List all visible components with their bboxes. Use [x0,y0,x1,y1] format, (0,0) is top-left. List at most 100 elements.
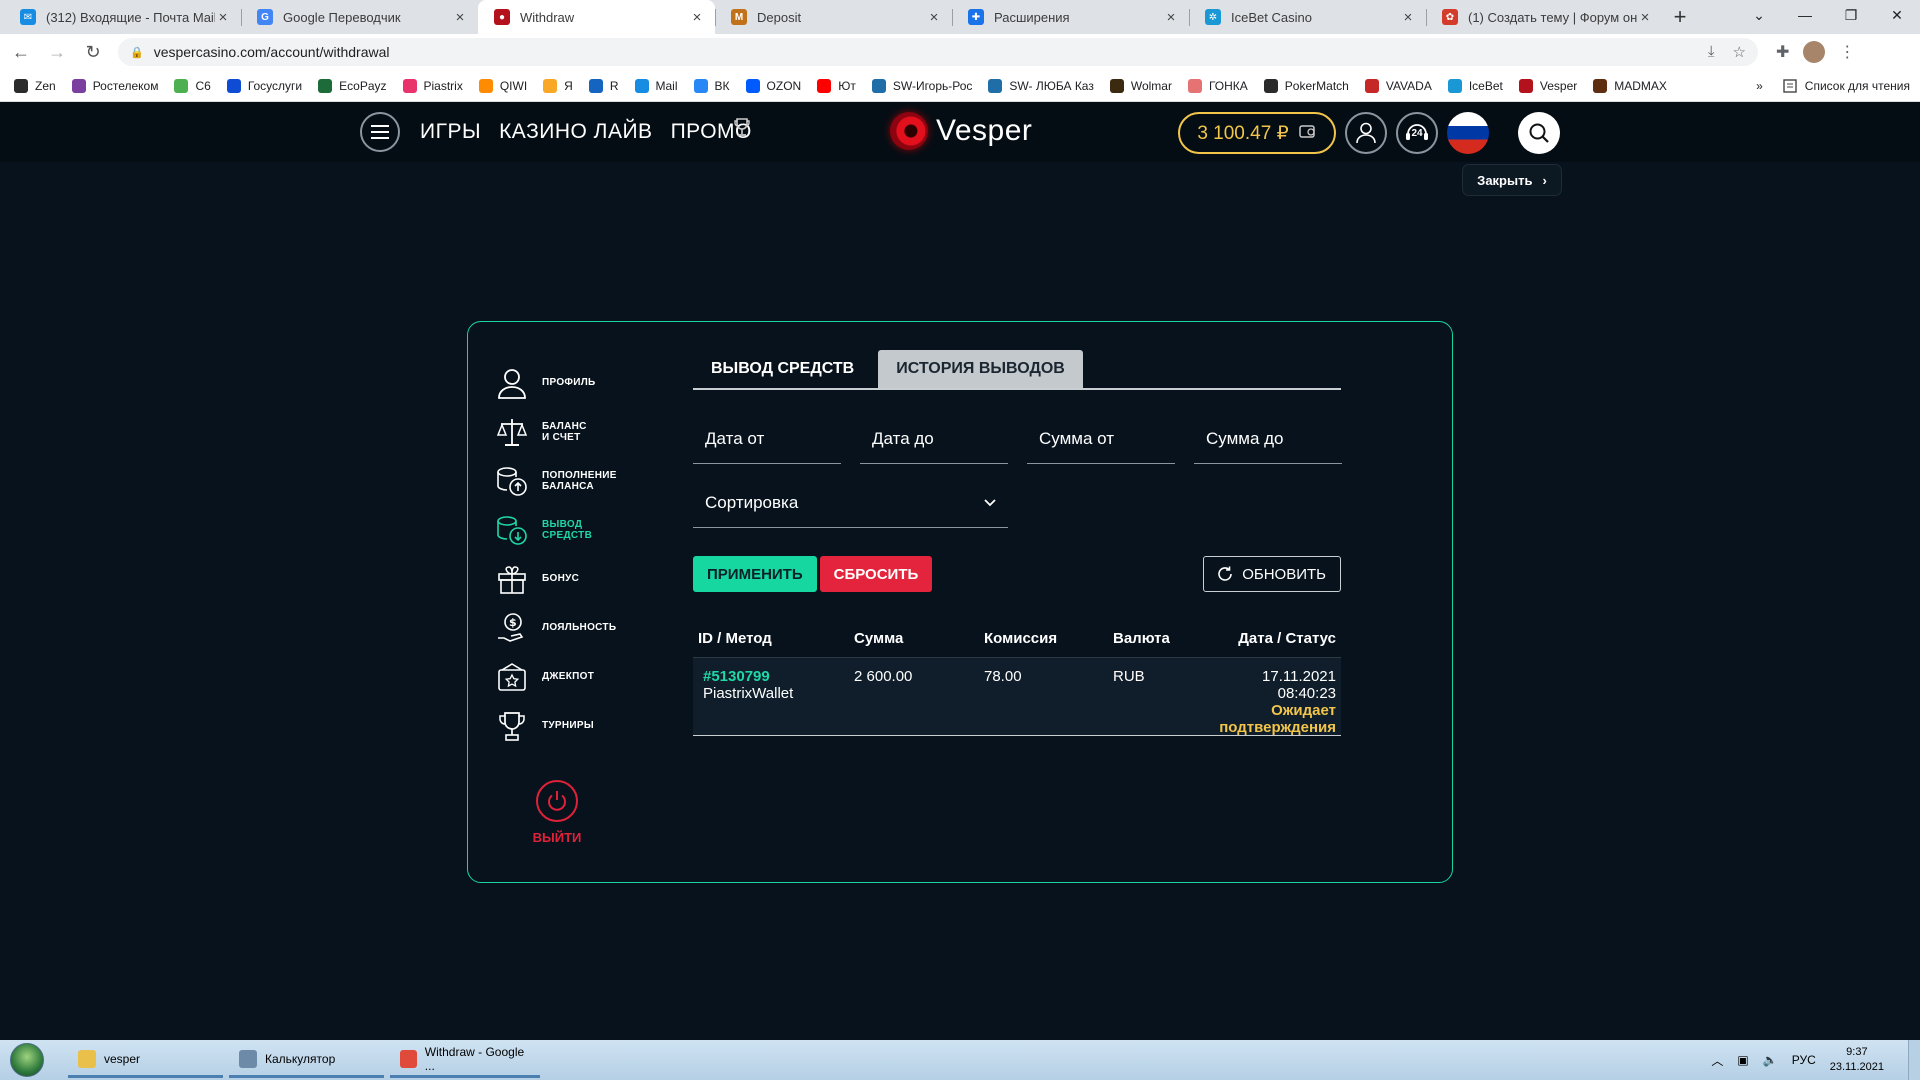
lock-icon[interactable]: 🔒 [130,46,144,59]
new-tab-button[interactable]: + [1663,0,1697,34]
browser-tab[interactable]: ● Withdraw × [478,0,715,34]
profile-avatar[interactable] [1803,41,1826,63]
menu-kebab-icon[interactable]: ⋮ [1839,42,1855,62]
withdraw-id-link[interactable]: #5130799 [698,668,849,685]
bookmarks-more-button[interactable]: » [1756,79,1763,93]
browser-tab[interactable]: ✉ (312) Входящие - Почта Mail.ru × [4,0,241,34]
bookmark-item[interactable]: EcoPayz [318,78,387,93]
sidebar-item[interactable]: Бонус [496,554,676,603]
tab-close-icon[interactable]: × [1637,9,1653,26]
window-controls: ⌄ — ❐ ✕ [1736,0,1920,30]
bookmark-item[interactable]: Vesper [1518,78,1577,93]
trophy-nav-icon[interactable] [734,118,750,144]
bookmark-item[interactable]: С6 [174,78,211,93]
reading-list-button[interactable]: Список для чтения [1783,79,1910,93]
bookmark-item[interactable]: Wolmar [1109,78,1172,93]
amount-to-input[interactable]: Сумма до [1194,414,1342,464]
bookmark-favicon-icon [634,78,649,93]
browser-tab[interactable]: ✿ (1) Создать тему | Форум онлай× [1426,0,1663,34]
tab-close-icon[interactable]: × [689,9,705,26]
hamburger-menu-button[interactable] [360,112,400,152]
bookmark-favicon-icon [478,78,493,93]
maximize-button[interactable]: ❐ [1828,0,1874,30]
date-from-input[interactable]: Дата от [693,414,841,464]
reload-button[interactable]: ↻ [78,37,108,67]
omnibox[interactable]: 🔒 vespercasino.com/account/withdrawal ⤓ … [118,38,1758,66]
sidebar-item[interactable]: Вывод средств [496,505,676,554]
bookmark-label: ГОНКА [1208,78,1248,93]
sidebar-item[interactable]: Пополнение баланса [496,456,676,505]
support-24-button[interactable]: 24 [1396,112,1438,154]
sidebar-item[interactable]: Профиль [496,358,676,407]
tab-close-icon[interactable]: × [1400,9,1416,26]
browser-tab[interactable]: ✲ IceBet Casino × [1189,0,1426,34]
browser-tab[interactable]: G Google Переводчик × [241,0,478,34]
reset-button[interactable]: СБРОСИТЬ [819,556,933,592]
taskbar-item[interactable]: vesper [68,1042,223,1078]
search-button[interactable] [1518,112,1560,154]
bookmark-item[interactable]: IceBet [1447,78,1503,93]
tab-withdraw[interactable]: ВЫВОД СРЕДСТВ [693,350,872,388]
bookmark-item[interactable]: QIWI [478,78,527,93]
language-flag-ru[interactable] [1447,112,1489,154]
bookmark-item[interactable]: ВК [693,78,730,93]
taskbar-item[interactable]: Калькулятор [229,1042,384,1078]
amount-from-input[interactable]: Сумма от [1027,414,1175,464]
bookmark-item[interactable]: VAVADA [1364,78,1432,93]
bookmark-item[interactable]: Госуслуги [226,78,302,93]
tab-close-icon[interactable]: × [1163,9,1179,26]
bookmark-item[interactable]: SW-Игорь-Рос [871,78,972,93]
bookmark-item[interactable]: MADMAX [1593,78,1667,93]
sidebar-item[interactable]: Джекпот [496,652,676,701]
extensions-icon[interactable]: ✚ [1776,42,1789,62]
sort-select[interactable]: Сортировка [693,478,1008,528]
bookmark-item[interactable]: OZON [745,78,801,93]
tab-close-icon[interactable]: × [452,9,468,26]
language-indicator[interactable]: РУС [1792,1053,1816,1067]
network-icon[interactable]: ▣ [1737,1053,1748,1067]
bookmark-item[interactable]: Piastrix [402,78,463,93]
balance-button[interactable]: 3 100.47 ₽ [1178,112,1336,154]
sidebar-item[interactable]: Баланс и счет [496,407,676,456]
browser-tab[interactable]: ✚ Расширения × [952,0,1189,34]
browser-tab-bar: ✉ (312) Входящие - Почта Mail.ru × G Google … [0,0,1920,34]
tab-close-icon[interactable]: × [215,9,231,26]
bookmark-item[interactable]: Mail [634,78,678,93]
bookmark-item[interactable]: Ют [817,78,856,93]
forward-button[interactable]: → [42,37,72,67]
bookmark-item[interactable]: PokerMatch [1263,78,1349,93]
bookmark-item[interactable]: ГОНКА [1187,78,1248,93]
tray-expand-icon[interactable]: ︿ [1711,1052,1723,1069]
bookmark-item[interactable]: Zen [14,78,56,93]
volume-icon[interactable]: 🔈 [1763,1053,1778,1067]
taskbar-item[interactable]: Withdraw - Google ... [390,1042,540,1078]
bookmark-item[interactable]: Я [543,78,573,93]
bookmark-item[interactable]: R [588,78,619,93]
minimize-button[interactable]: — [1782,0,1828,30]
browser-tab[interactable]: M Deposit × [715,0,952,34]
apply-button[interactable]: ПРИМЕНИТЬ [693,556,817,592]
site-logo[interactable]: Vesper [890,112,1032,150]
tab-withdraw-history[interactable]: ИСТОРИЯ ВЫВОДОВ [878,350,1083,388]
main-nav-item[interactable]: КАЗИНО ЛАЙВ [499,120,653,144]
sidebar-item[interactable]: $ Лояльность [496,603,676,652]
show-desktop-button[interactable] [1908,1040,1920,1080]
tab-search-icon[interactable]: ⌄ [1736,0,1782,30]
install-icon[interactable]: ⤓ [1708,43,1715,61]
refresh-button[interactable]: ОБНОВИТЬ [1203,556,1341,592]
start-button[interactable] [10,1043,44,1077]
bookmark-label: Wolmar [1130,78,1172,93]
account-button[interactable] [1345,112,1387,154]
back-button[interactable]: ← [6,37,36,67]
bookmark-item[interactable]: SW- ЛЮБА Каз [988,78,1094,93]
bookmark-star-icon[interactable]: ☆ [1733,43,1746,61]
sidebar-item[interactable]: Турниры [496,701,676,750]
clock[interactable]: 9:37 23.11.2021 [1830,1045,1884,1075]
date-to-input[interactable]: Дата до [860,414,1008,464]
tab-close-icon[interactable]: × [926,9,942,26]
close-panel-button[interactable]: Закрыть › [1463,165,1561,195]
close-window-button[interactable]: ✕ [1874,0,1920,30]
main-nav-item[interactable]: ИГРЫ [420,120,481,144]
bookmark-item[interactable]: Ростелеком [71,78,158,93]
logout-button[interactable]: ВЫЙТИ [522,780,592,845]
